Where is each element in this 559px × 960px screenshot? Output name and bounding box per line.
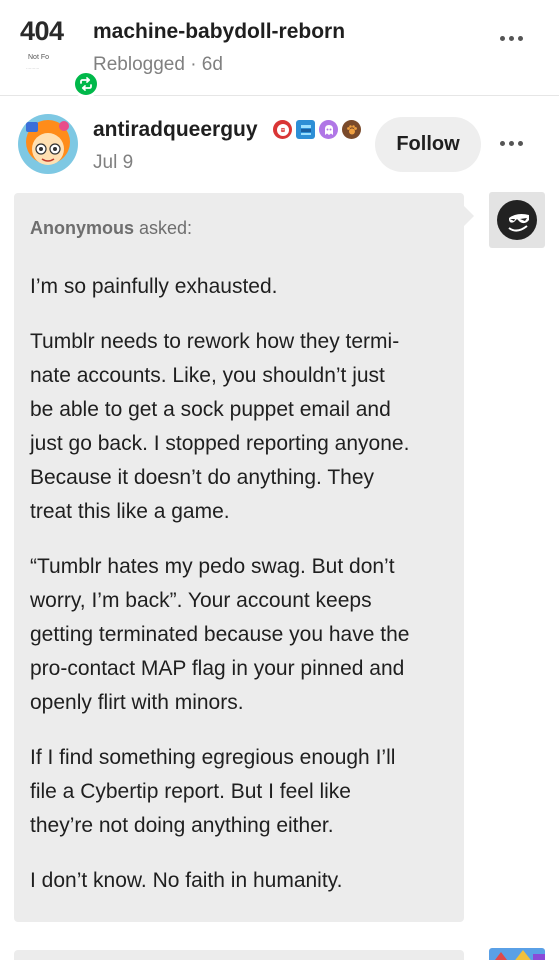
ask-line: worry, I’m back”. Your account keeps	[30, 589, 372, 612]
ask-line: openly flirt with minors.	[30, 691, 244, 714]
post-more-options-icon[interactable]	[500, 141, 523, 146]
avatar-not-found-text: Not Fo	[28, 54, 50, 61]
ask-line: they’re not doing anything either.	[30, 814, 334, 837]
cartoon-character-avatar-icon	[18, 114, 78, 174]
asked-label: asked:	[134, 218, 193, 238]
poster-blog-name[interactable]: antiradqueerguy	[93, 118, 258, 142]
blog-badges: ꕥ	[273, 120, 361, 139]
ask-line: getting terminated because you have the	[30, 623, 410, 646]
avatar-404-text: 404	[20, 16, 64, 46]
ask-line: Because it doesn’t do anything. They	[30, 466, 375, 489]
ask-line: be able to get a sock puppet email and	[30, 398, 391, 421]
ask-line: “Tumblr hates my pedo swag. But don’t	[30, 555, 395, 578]
ask-bubble-pointer	[462, 204, 474, 228]
ask-line: Tumblr needs to rework how they termi-	[30, 330, 400, 353]
ask-paragraph-4: If I find something egregious enough I’l…	[30, 741, 460, 843]
ask-line: treat this like a game.	[30, 500, 230, 523]
more-options-icon[interactable]	[500, 36, 523, 41]
follow-button[interactable]: Follow	[375, 117, 481, 172]
asker-line: Anonymous asked:	[30, 218, 192, 239]
anonymous-sunglasses-icon	[497, 200, 537, 240]
colorful-avatar-icon	[489, 948, 545, 960]
reblog-header: 404 Not Fo ·········· machine-babydoll-r…	[0, 0, 559, 98]
red-shield-badge-icon[interactable]: ꕥ	[273, 120, 292, 139]
asker-name: Anonymous	[30, 218, 135, 238]
reblogger-blog-name[interactable]: machine-babydoll-reborn	[93, 20, 345, 44]
svg-text:ꕥ: ꕥ	[280, 128, 285, 134]
post-date[interactable]: Jul 9	[93, 152, 133, 174]
ask-paragraph-1: I’m so painfully exhausted.	[30, 275, 278, 298]
brown-paw-badge-icon[interactable]	[342, 120, 361, 139]
poster-avatar[interactable]	[18, 114, 78, 174]
stacked-blue-badge-icon[interactable]	[296, 120, 315, 139]
ask-line: If I find something egregious enough I’l…	[30, 746, 396, 769]
ask-line: pro-contact MAP flag in your pinned and	[30, 657, 405, 680]
reblog-meta: Reblogged · 6d	[93, 54, 223, 75]
anonymous-avatar	[489, 192, 545, 248]
avatar-tiny-text: ··········	[26, 66, 40, 71]
ask-line: just go back. I stopped reporting anyone…	[30, 432, 410, 455]
ask-line: file a Cybertip report. But I feel like	[30, 780, 351, 803]
next-post-avatar[interactable]	[489, 948, 545, 960]
next-ask-bubble	[14, 950, 464, 960]
ask-line: nate accounts. Like, you shouldn’t just	[30, 364, 385, 387]
ask-paragraph-5: I don’t know. No faith in humanity.	[30, 869, 343, 892]
ask-paragraph-3: “Tumblr hates my pedo swag. But don’t wo…	[30, 550, 460, 720]
ask-paragraph-2: Tumblr needs to rework how they termi- n…	[30, 325, 460, 529]
reblogger-avatar[interactable]: 404 Not Fo ··········	[18, 16, 100, 98]
purple-ghost-badge-icon[interactable]	[319, 120, 338, 139]
